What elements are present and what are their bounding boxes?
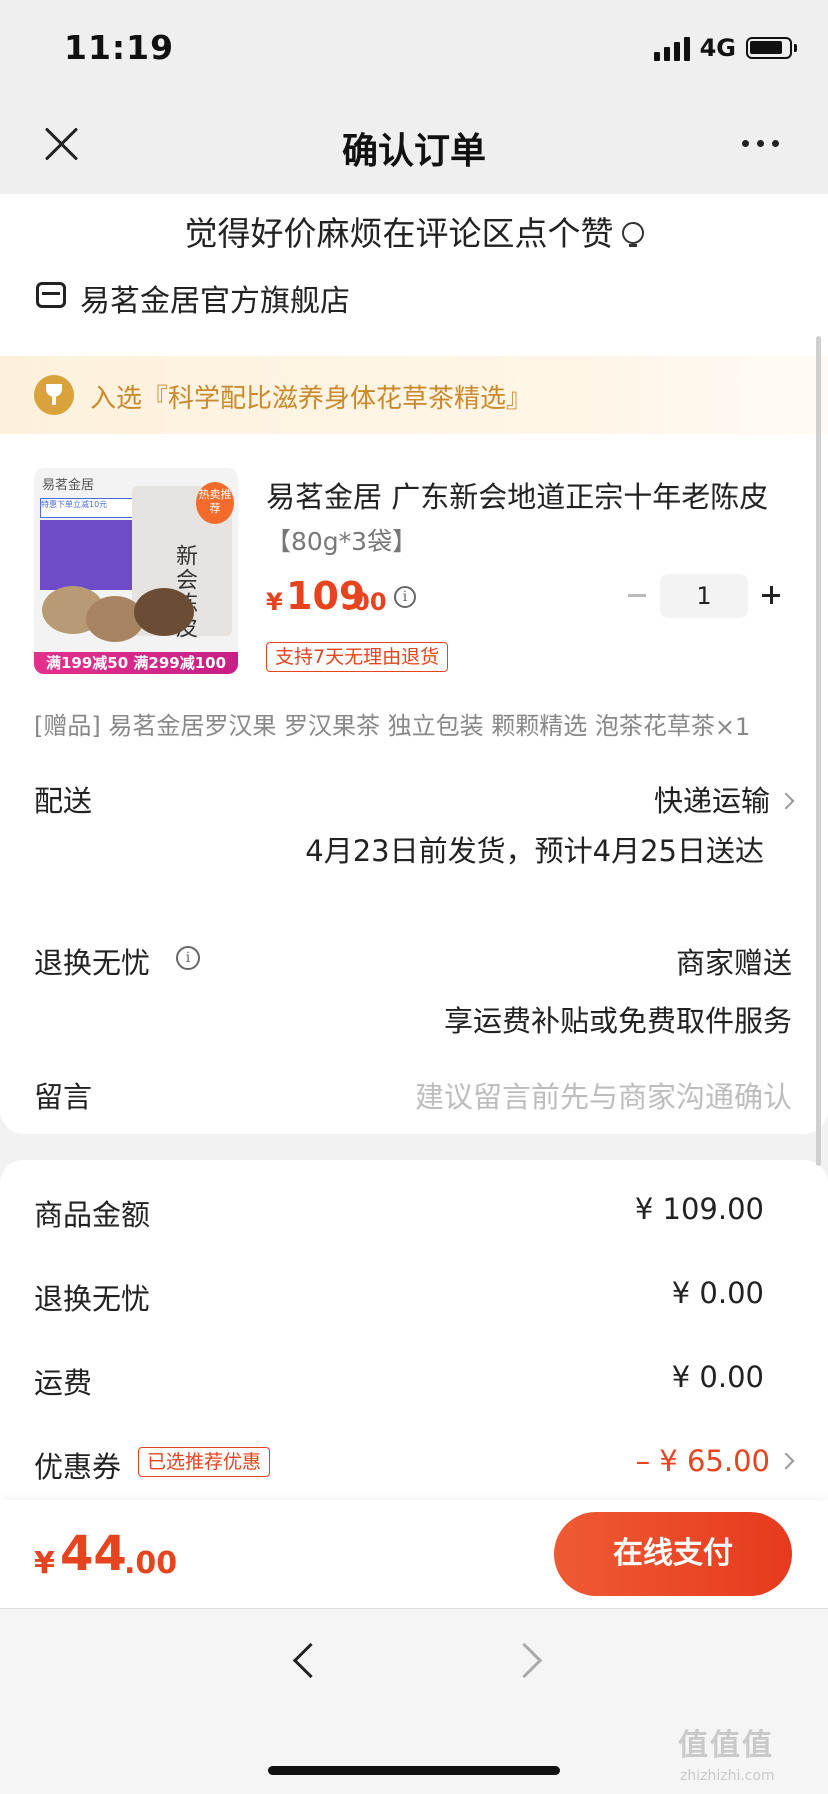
location-pin-icon bbox=[621, 221, 644, 247]
worry-fee-label: 退换无忧 bbox=[34, 1282, 151, 1316]
signal-icon bbox=[653, 35, 690, 61]
delivery-eta: 4月23日前发货，预计4月25日送达 bbox=[305, 834, 764, 868]
worry-free-value: 商家赠送 bbox=[675, 946, 792, 980]
promo-strip: 满199减50 满299减100 bbox=[34, 652, 238, 674]
trophy-icon bbox=[34, 375, 74, 415]
goods-amount-value: ¥ 109.00 bbox=[634, 1192, 764, 1226]
delivery-method[interactable]: 快递运输 bbox=[653, 778, 795, 820]
total-currency: ¥ bbox=[34, 1546, 55, 1581]
worry-free-note: 享运费补贴或免费取件服务 bbox=[443, 1004, 792, 1038]
product-spec: 【80g*3袋】 bbox=[266, 527, 418, 556]
chevron-right-icon bbox=[777, 792, 795, 810]
message-label: 留言 bbox=[34, 1080, 93, 1114]
return-badge: 支持7天无理由退货 bbox=[266, 642, 449, 672]
price-decimal: .00 bbox=[344, 588, 387, 616]
coupon-value-text: – ¥ 65.00 bbox=[635, 1444, 770, 1478]
gift-text: [赠品] 易茗金居罗汉果 罗汉果茶 独立包装 颗颗精选 泡茶花草茶 bbox=[34, 712, 715, 740]
network-type: 4G bbox=[699, 34, 736, 62]
page-title: 确认订单 bbox=[341, 131, 486, 172]
peel-shape bbox=[134, 588, 194, 636]
more-icon[interactable] bbox=[742, 140, 779, 147]
product-image-panel bbox=[40, 520, 138, 590]
minus-icon[interactable] bbox=[628, 594, 646, 597]
coupon-badge: 已选推荐优惠 bbox=[138, 1447, 271, 1477]
delivery-label: 配送 bbox=[34, 784, 93, 818]
goods-amount-label: 商品金额 bbox=[34, 1198, 151, 1232]
banner-text: 觉得好价麻烦在评论区点个赞 bbox=[184, 214, 614, 253]
pay-button[interactable]: 在线支付 bbox=[554, 1512, 792, 1596]
quantity-stepper[interactable]: 1 bbox=[660, 574, 748, 618]
home-indicator[interactable] bbox=[268, 1766, 560, 1775]
banner: 觉得好价麻烦在评论区点个赞 bbox=[0, 194, 828, 274]
shop-name[interactable]: 易茗金居官方旗舰店 bbox=[80, 276, 350, 320]
gift-row: [赠品] 易茗金居罗汉果 罗汉果茶 独立包装 颗颗精选 泡茶花草茶×1 bbox=[34, 706, 794, 741]
product-image[interactable]: 易茗金居 特惠下单立减10元 新会陈皮 热卖推荐 满199减50 满299减10… bbox=[34, 468, 238, 674]
battery-icon bbox=[746, 37, 797, 59]
shipping-value: ¥ 0.00 bbox=[671, 1360, 764, 1394]
message-input[interactable]: 建议留言前先与商家沟通确认 bbox=[415, 1074, 792, 1116]
worry-fee-value: ¥ 0.00 bbox=[671, 1276, 764, 1310]
plus-icon[interactable] bbox=[762, 586, 780, 604]
product-image-tag: 特惠下单立减10元 bbox=[40, 498, 140, 518]
total-decimal: .00 bbox=[124, 1546, 178, 1581]
total-integer: 44 bbox=[60, 1526, 127, 1582]
chevron-right-icon bbox=[777, 1452, 795, 1470]
rank-text: 入选『科学配比滋养身体花草茶精选』 bbox=[90, 384, 533, 414]
scrollbar[interactable] bbox=[816, 336, 821, 1166]
info-icon[interactable]: i bbox=[394, 586, 416, 608]
hot-badge: 热卖推荐 bbox=[196, 482, 234, 524]
price-currency: ¥ bbox=[266, 588, 283, 616]
status-time: 11:19 bbox=[64, 28, 175, 67]
info-icon[interactable]: i bbox=[176, 946, 200, 970]
watermark: 值值值 bbox=[678, 1728, 774, 1763]
status-indicators: 4G bbox=[653, 34, 797, 62]
coupon-value[interactable]: – ¥ 65.00 bbox=[635, 1444, 795, 1478]
delivery-method-text: 快递运输 bbox=[653, 784, 770, 818]
shipping-label: 运费 bbox=[34, 1366, 93, 1400]
product-title[interactable]: 易茗金居 广东新会地道正宗十年老陈皮 bbox=[266, 474, 776, 516]
worry-free-label: 退换无忧 bbox=[34, 946, 151, 980]
gift-qty: ×1 bbox=[714, 713, 751, 741]
shop-icon bbox=[36, 282, 66, 308]
watermark-url: zhizhizhi.com bbox=[680, 1768, 775, 1784]
coupon-label: 优惠券 bbox=[34, 1450, 122, 1484]
product-image-logo: 易茗金居 bbox=[42, 478, 95, 493]
